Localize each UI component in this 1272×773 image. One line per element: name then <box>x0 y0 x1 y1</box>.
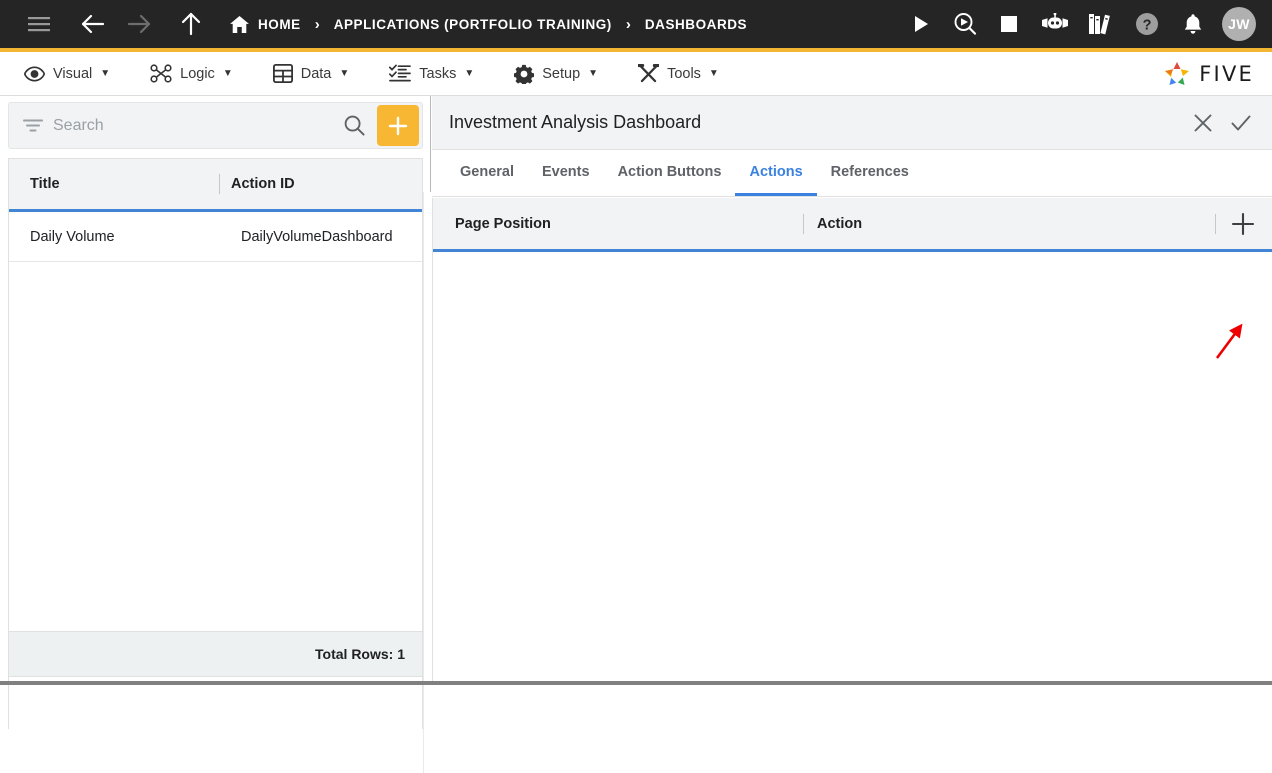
menu-item-tools[interactable]: Tools ▼ <box>624 52 733 96</box>
breadcrumb-home-label: HOME <box>258 17 301 32</box>
home-icon <box>230 16 249 33</box>
hamburger-menu-icon[interactable] <box>22 7 56 41</box>
avatar-initials: JW <box>1228 16 1250 32</box>
records-panel-scrollbar[interactable] <box>423 192 431 773</box>
five-logo-mark <box>1162 59 1192 89</box>
actions-grid: Page Position Action <box>432 198 1272 681</box>
actions-grid-header: Page Position Action <box>433 198 1272 252</box>
add-action-row-button[interactable] <box>1230 211 1256 237</box>
breadcrumb-dashboards[interactable]: DASHBOARDS <box>645 17 747 32</box>
tab-general-label: General <box>460 164 514 180</box>
menu-item-logic-label: Logic <box>180 66 215 82</box>
close-icon[interactable] <box>1184 104 1222 142</box>
tab-references-label: References <box>831 164 909 180</box>
menu-item-data-label: Data <box>301 66 332 82</box>
menu-item-logic[interactable]: Logic ▼ <box>136 52 247 96</box>
table-grid-icon <box>273 64 293 83</box>
topbar-right-group: ? JW <box>904 7 1272 41</box>
tab-events[interactable]: Events <box>528 150 604 196</box>
chevron-down-icon: ▼ <box>709 68 719 79</box>
tab-general[interactable]: General <box>446 150 528 196</box>
back-arrow-icon[interactable] <box>76 7 110 41</box>
breadcrumb-applications[interactable]: APPLICATIONS (PORTFOLIO TRAINING) <box>334 17 612 32</box>
gear-icon <box>514 64 534 84</box>
cell-title: Daily Volume <box>9 229 230 245</box>
topbar-left-group: HOME › APPLICATIONS (PORTFOLIO TRAINING)… <box>0 7 904 41</box>
detail-header: Investment Analysis Dashboard <box>432 96 1272 150</box>
tab-actions[interactable]: Actions <box>735 150 816 196</box>
breadcrumb-separator-2: › <box>612 16 645 33</box>
column-header-action[interactable]: Action <box>804 216 862 232</box>
debug-search-play-icon[interactable] <box>948 7 982 41</box>
search-input[interactable] <box>53 117 332 135</box>
tab-references[interactable]: References <box>817 150 923 196</box>
eye-icon <box>24 66 45 82</box>
chat-bot-icon[interactable] <box>1038 7 1072 41</box>
chevron-down-icon: ▼ <box>223 68 233 79</box>
cell-action-id: DailyVolumeDashboard <box>230 229 393 245</box>
help-question-icon[interactable]: ? <box>1130 7 1164 41</box>
five-logo: FIVE <box>1162 59 1272 89</box>
tab-action-buttons-label: Action Buttons <box>618 164 722 180</box>
stop-square-icon[interactable] <box>992 7 1026 41</box>
menu-item-setup-label: Setup <box>542 66 580 82</box>
page-title: Investment Analysis Dashboard <box>432 112 701 133</box>
records-list-panel: Title Action ID Daily Volume DailyVolume… <box>0 96 431 681</box>
record-detail-panel: Investment Analysis Dashboard General <box>432 96 1272 681</box>
avatar[interactable]: JW <box>1222 7 1256 41</box>
add-record-button[interactable] <box>377 105 419 146</box>
column-header-page-position[interactable]: Page Position <box>433 216 803 232</box>
tab-action-buttons[interactable]: Action Buttons <box>604 150 736 196</box>
notification-bell-icon[interactable] <box>1176 7 1210 41</box>
breadcrumb-dashboards-label: DASHBOARDS <box>645 17 747 32</box>
menu-item-tools-label: Tools <box>667 66 701 82</box>
menu-item-tasks[interactable]: Tasks ▼ <box>375 52 488 96</box>
run-play-icon[interactable] <box>904 7 938 41</box>
menu-item-visual-label: Visual <box>53 66 92 82</box>
total-rows-label: Total Rows: 1 <box>315 646 405 662</box>
menu-item-data[interactable]: Data ▼ <box>259 52 364 96</box>
chevron-down-icon: ▼ <box>100 68 110 79</box>
confirm-check-icon[interactable] <box>1222 104 1260 142</box>
breadcrumb-applications-label: APPLICATIONS (PORTFOLIO TRAINING) <box>334 17 612 32</box>
actions-grid-body <box>433 255 1272 681</box>
books-library-icon[interactable] <box>1084 7 1118 41</box>
top-navigation-bar: HOME › APPLICATIONS (PORTFOLIO TRAINING)… <box>0 0 1272 52</box>
logic-nodes-icon <box>150 64 172 83</box>
records-grid-footer: Total Rows: 1 <box>8 631 423 677</box>
window-bottom-edge <box>0 681 1272 685</box>
table-row[interactable]: Daily Volume DailyVolumeDashboard <box>9 212 422 262</box>
filter-icon[interactable] <box>9 118 53 133</box>
search-bar <box>8 102 423 149</box>
breadcrumb-home[interactable]: HOME <box>230 16 301 33</box>
up-arrow-icon[interactable] <box>174 7 208 41</box>
chevron-down-icon: ▼ <box>339 68 349 79</box>
records-grid-header: Title Action ID <box>9 159 422 212</box>
checklist-icon <box>389 64 411 83</box>
tools-wrench-icon <box>638 64 659 83</box>
main-body: Title Action ID Daily Volume DailyVolume… <box>0 96 1272 681</box>
breadcrumb-separator-1: › <box>301 16 334 33</box>
forward-arrow-icon[interactable] <box>122 7 156 41</box>
menu-item-setup[interactable]: Setup ▼ <box>500 52 612 96</box>
detail-header-actions <box>1184 104 1260 142</box>
menu-item-visual[interactable]: Visual ▼ <box>10 52 124 96</box>
tab-events-label: Events <box>542 164 590 180</box>
column-header-title[interactable]: Title <box>9 176 219 192</box>
chevron-down-icon: ▼ <box>464 68 474 79</box>
application-menu-bar: Visual ▼ Logic ▼ Data ▼ <box>0 52 1272 96</box>
tab-actions-label: Actions <box>749 164 802 180</box>
detail-tabs: General Events Action Buttons Actions Re… <box>432 150 1272 197</box>
five-logo-wordmark: FIVE <box>1199 62 1254 86</box>
search-icon[interactable] <box>332 115 377 136</box>
chevron-down-icon: ▼ <box>588 68 598 79</box>
menu-item-tasks-label: Tasks <box>419 66 456 82</box>
column-divider-right <box>1215 214 1216 234</box>
column-header-action-id[interactable]: Action ID <box>220 176 295 192</box>
svg-text:?: ? <box>1143 17 1152 33</box>
